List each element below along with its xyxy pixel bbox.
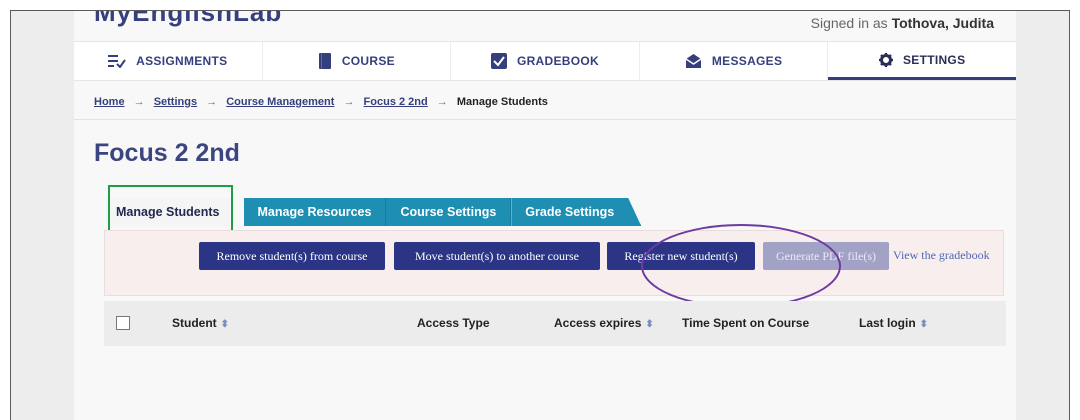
tab-manage-resources[interactable]: Manage Resources (243, 198, 387, 226)
breadcrumb-separator: → (133, 96, 145, 108)
main-nav: ASSIGNMENTS COURSE GRADEBOOK MESSAGES SE… (74, 41, 1016, 81)
book-icon (318, 53, 332, 69)
nav-settings[interactable]: SETTINGS (828, 42, 1016, 80)
user-name[interactable]: Tothova, Judita (892, 15, 994, 31)
column-last-login[interactable]: Last login ⬍ (859, 316, 928, 330)
browser-frame: MyEnglishLab Signed in as Tothova, Judit… (10, 10, 1070, 420)
nav-messages[interactable]: MESSAGES (640, 42, 829, 80)
nav-gradebook[interactable]: GRADEBOOK (451, 42, 640, 80)
tab-manage-students[interactable]: Manage Students (106, 198, 230, 226)
breadcrumb-current: Manage Students (456, 96, 548, 108)
student-actions-toolbar: Remove student(s) from course Move stude… (104, 230, 1004, 296)
messages-icon (685, 54, 702, 68)
move-students-button[interactable]: Move student(s) to another course (394, 242, 600, 270)
column-time-spent-label: Time Spent on Course (682, 316, 810, 330)
nav-gradebook-label: GRADEBOOK (516, 54, 599, 68)
view-gradebook-link[interactable]: View the gradebook (893, 248, 990, 263)
gradebook-icon (490, 53, 507, 69)
generate-pdf-button[interactable]: Generate PDF file(s) (763, 242, 889, 270)
remove-students-button[interactable]: Remove student(s) from course (199, 242, 385, 270)
nav-assignments-label: ASSIGNMENTS (136, 54, 228, 68)
column-access-type-label: Access Type (417, 316, 490, 330)
register-students-button[interactable]: Register new student(s) (607, 242, 755, 270)
tab-grade-settings[interactable]: Grade Settings (511, 198, 642, 226)
breadcrumb-separator: → (343, 96, 355, 108)
column-last-login-label: Last login (859, 316, 916, 330)
sort-icon: ⬍ (220, 319, 230, 330)
sort-icon: ⬍ (919, 319, 929, 330)
column-access-type: Access Type (417, 316, 490, 330)
tab-course-settings[interactable]: Course Settings (386, 198, 512, 226)
course-tabs: Manage Students Manage Resources Course … (106, 198, 642, 228)
breadcrumb: Home → Settings → Course Management → Fo… (94, 96, 548, 108)
select-all-checkbox[interactable] (116, 316, 130, 330)
breadcrumb-settings[interactable]: Settings (154, 96, 197, 108)
section-divider (74, 119, 1016, 120)
students-table-header: Student ⬍ Access Type Access expires ⬍ Tim… (104, 301, 1006, 346)
breadcrumb-course-management[interactable]: Course Management (226, 96, 334, 108)
column-time-spent: Time Spent on Course (682, 316, 809, 330)
nav-assignments[interactable]: ASSIGNMENTS (74, 42, 263, 80)
app-logo[interactable]: MyEnglishLab (94, 11, 282, 28)
breadcrumb-separator: → (436, 96, 448, 108)
nav-course-label: COURSE (341, 54, 395, 68)
column-student-label: Student (172, 316, 217, 330)
page-container: MyEnglishLab Signed in as Tothova, Judit… (74, 11, 1016, 420)
gear-icon (878, 52, 893, 67)
breadcrumb-separator: → (206, 96, 218, 108)
nav-course[interactable]: COURSE (263, 42, 452, 80)
breadcrumb-home[interactable]: Home (94, 96, 125, 108)
signed-in-info: Signed in as Tothova, Judita (811, 15, 994, 31)
breadcrumb-course[interactable]: Focus 2 2nd (364, 96, 428, 108)
column-access-expires[interactable]: Access expires ⬍ (554, 316, 654, 330)
nav-settings-label: SETTINGS (902, 52, 966, 67)
signed-in-label: Signed in as (810, 15, 888, 31)
sort-icon: ⬍ (645, 319, 654, 330)
page-title: Focus 2 2nd (94, 139, 240, 167)
column-access-expires-label: Access expires (554, 316, 642, 330)
column-student[interactable]: Student ⬍ (172, 316, 229, 330)
nav-messages-label: MESSAGES (711, 54, 783, 68)
assignments-icon (108, 54, 126, 68)
